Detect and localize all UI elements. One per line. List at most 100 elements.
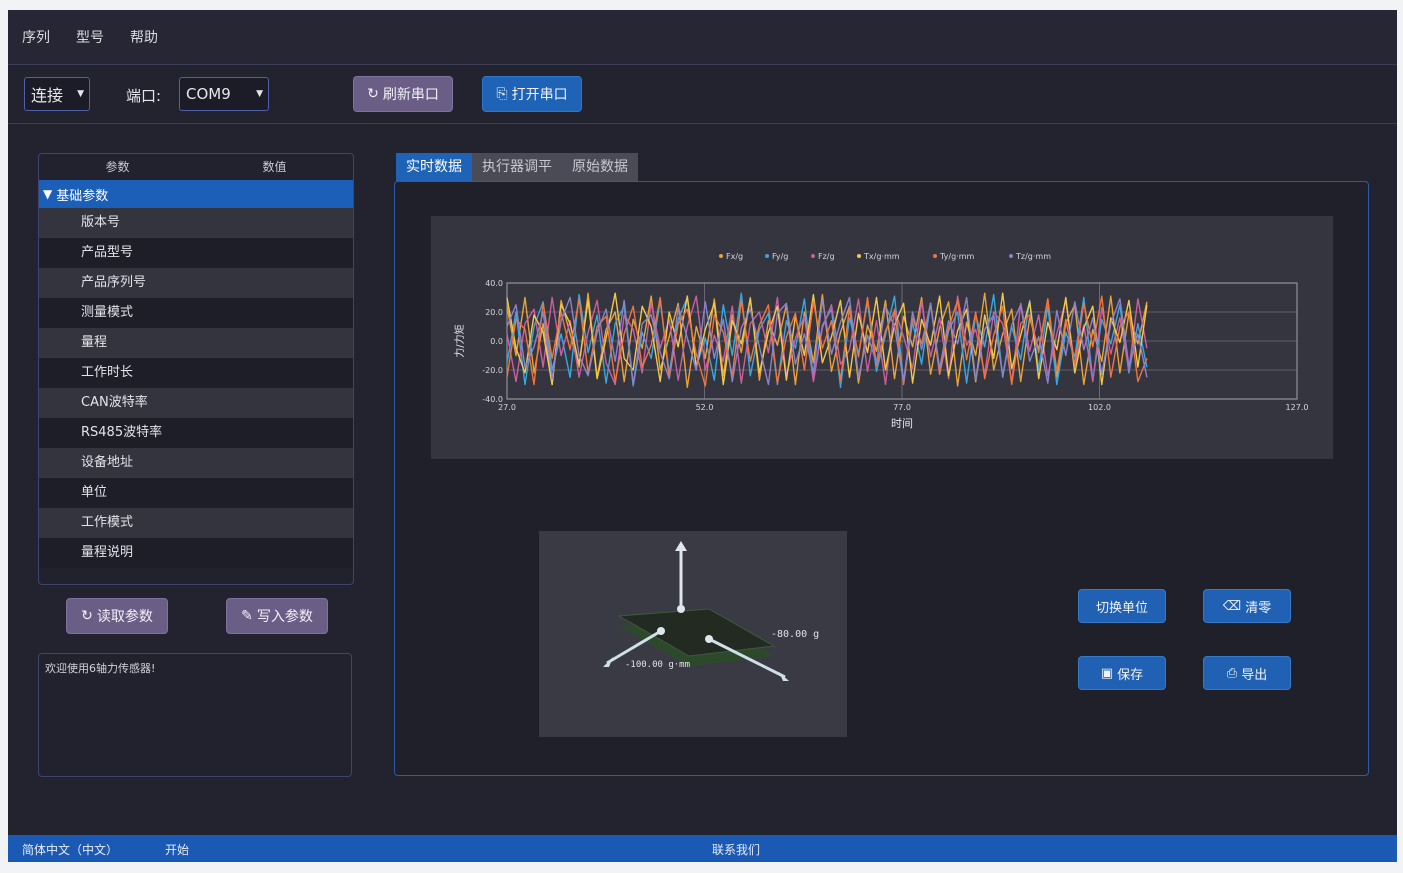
app-window: 序列 型号 帮助 连接 ▼ 端口: COM9 ▼ ↻ 刷新串口 ⎘ 打开串口 参… xyxy=(8,10,1397,862)
tree-row[interactable]: 量程说明 xyxy=(39,538,353,568)
tab-actuator-level[interactable]: 执行器调平 xyxy=(472,153,562,181)
save-button[interactable]: ▣ 保存 xyxy=(1078,656,1166,690)
refresh-port-label: 刷新串口 xyxy=(382,87,439,103)
x-tick-label: 102.0 xyxy=(1088,403,1111,412)
chevron-down-icon: ▼ xyxy=(77,89,84,99)
legend-label: Tz/g·mm xyxy=(1015,252,1051,261)
x-tick-label: 27.0 xyxy=(498,403,516,412)
menu-item-model[interactable]: 型号 xyxy=(76,27,104,47)
y-tick-label: -20.0 xyxy=(482,366,503,375)
switch-unit-button[interactable]: 切换单位 xyxy=(1078,589,1166,623)
tree-row[interactable]: 单位 xyxy=(39,478,353,508)
status-bar: 简体中文（中文） 开始 联系我们 xyxy=(8,835,1397,862)
triangle-down-icon: ▼ xyxy=(43,187,53,201)
x-axis-label: 时间 xyxy=(891,417,913,430)
series-line-2 xyxy=(506,295,1148,386)
force-3d-svg: -80.00 g -100.00 g·mm xyxy=(603,541,819,681)
chevron-down-icon: ▼ xyxy=(256,89,263,99)
tree-row[interactable]: 版本号 xyxy=(39,208,353,238)
y-axis-label: 力/力矩 xyxy=(453,324,466,357)
y-tick-label: 40.0 xyxy=(485,279,503,288)
tree-row[interactable]: CAN波特率 xyxy=(39,388,353,418)
tree-row[interactable]: 测量模式 xyxy=(39,298,353,328)
menu-item-help[interactable]: 帮助 xyxy=(130,27,158,47)
tree-row[interactable]: 产品序列号 xyxy=(39,268,353,298)
log-box[interactable]: 欢迎使用6轴力传感器! xyxy=(38,653,352,777)
clear-label: 清零 xyxy=(1245,600,1272,616)
z-axis-point xyxy=(677,605,685,613)
x-tick-label: 77.0 xyxy=(893,403,911,412)
legend-marker xyxy=(719,254,723,258)
open-port-label: 打开串口 xyxy=(511,87,568,103)
legend-marker xyxy=(765,254,769,258)
force-visualization: -80.00 g -100.00 g·mm xyxy=(539,531,847,737)
z-arrow-head xyxy=(675,541,687,551)
tree-row[interactable]: 工作模式 xyxy=(39,508,353,538)
menu-item-sequence[interactable]: 序列 xyxy=(22,27,50,47)
export-button[interactable]: ⎙ 导出 xyxy=(1203,656,1291,690)
parameter-tree: 参数 数值 ▼ 基础参数 版本号 产品型号 产品序列号 测量模式 量程 工作时长 CAN波特… xyxy=(38,153,354,585)
export-label: 导出 xyxy=(1241,667,1268,683)
legend-marker xyxy=(933,254,937,258)
port-label: 端口: xyxy=(126,87,162,105)
save-label: 保存 xyxy=(1117,667,1144,683)
tree-parent-basic[interactable]: ▼ 基础参数 xyxy=(39,180,353,208)
open-port-button[interactable]: ⎘ 打开串口 xyxy=(482,76,582,112)
tab-raw-data[interactable]: 原始数据 xyxy=(562,153,638,181)
status-contact[interactable]: 联系我们 xyxy=(712,841,760,858)
force-value-label: -80.00 g xyxy=(771,629,819,640)
x-tick-label: 127.0 xyxy=(1286,403,1309,412)
port-select[interactable]: COM9 ▼ xyxy=(179,77,269,111)
tree-header: 参数 数值 xyxy=(39,154,353,180)
force-origin-point xyxy=(705,635,713,643)
legend-label: Ty/g·mm xyxy=(939,252,974,261)
tree-header-value: 数值 xyxy=(262,160,287,174)
tree-row[interactable]: 工作时长 xyxy=(39,358,353,388)
y-tick-label: 0.0 xyxy=(490,337,503,346)
tree-row[interactable]: RS485波特率 xyxy=(39,418,353,448)
tab-bar: 实时数据 执行器调平 原始数据 xyxy=(396,153,638,181)
torque-value-label: -100.00 g·mm xyxy=(625,660,690,670)
menu-bar: 序列 型号 帮助 xyxy=(8,10,1397,65)
legend-marker xyxy=(811,254,815,258)
tree-rows: 版本号 产品型号 产品序列号 测量模式 量程 工作时长 CAN波特率 RS485波特率 设备地址… xyxy=(39,208,353,568)
read-params-label: 读取参数 xyxy=(96,609,153,625)
log-text: 欢迎使用6轴力传感器! xyxy=(45,662,156,675)
refresh-port-button[interactable]: ↻ 刷新串口 xyxy=(353,76,453,112)
refresh-icon: ↻ xyxy=(81,608,93,624)
torque-vector-arrow xyxy=(606,629,662,665)
connection-select[interactable]: 连接 ▼ xyxy=(24,77,90,111)
legend-label: Fz/g xyxy=(818,252,835,261)
switch-unit-label: 切换单位 xyxy=(1095,600,1148,616)
tab-realtime[interactable]: 实时数据 xyxy=(396,153,472,181)
write-params-button[interactable]: ✎ 写入参数 xyxy=(226,598,328,634)
save-icon: ▣ xyxy=(1100,665,1114,681)
legend-label: Fx/g xyxy=(726,252,743,261)
port-icon: ⎘ xyxy=(496,86,508,102)
eraser-icon: ⌫ xyxy=(1222,598,1242,614)
legend-label: Fy/g xyxy=(772,252,788,261)
clear-button[interactable]: ⌫ 清零 xyxy=(1203,589,1291,623)
status-start[interactable]: 开始 xyxy=(165,841,189,858)
tree-row[interactable]: 量程 xyxy=(39,328,353,358)
tree-row[interactable]: 产品型号 xyxy=(39,238,353,268)
tree-parent-label: 基础参数 xyxy=(56,188,109,204)
tree-header-param: 参数 xyxy=(105,160,130,174)
port-select-value: COM9 xyxy=(186,85,231,103)
legend-marker xyxy=(857,254,861,258)
connection-select-value: 连接 xyxy=(31,86,64,105)
y-tick-label: 20.0 xyxy=(485,308,503,317)
legend-label: Tx/g·mm xyxy=(863,252,900,261)
legend-marker xyxy=(1009,254,1013,258)
export-icon: ⎙ xyxy=(1226,665,1238,681)
pen-icon: ✎ xyxy=(241,608,253,624)
x-tick-label: 52.0 xyxy=(696,403,714,412)
toolbar: 连接 ▼ 端口: COM9 ▼ ↻ 刷新串口 ⎘ 打开串口 xyxy=(8,65,1397,124)
torque-origin-point xyxy=(657,627,665,635)
refresh-icon: ↻ xyxy=(367,86,379,102)
realtime-chart: 40.0 20.0 0.0 -20.0 -40.0 27.0 52.0 77.0 102.0 12… xyxy=(431,216,1333,459)
status-language[interactable]: 简体中文（中文） xyxy=(22,841,118,858)
write-params-label: 写入参数 xyxy=(256,609,313,625)
read-params-button[interactable]: ↻ 读取参数 xyxy=(66,598,168,634)
tree-row[interactable]: 设备地址 xyxy=(39,448,353,478)
